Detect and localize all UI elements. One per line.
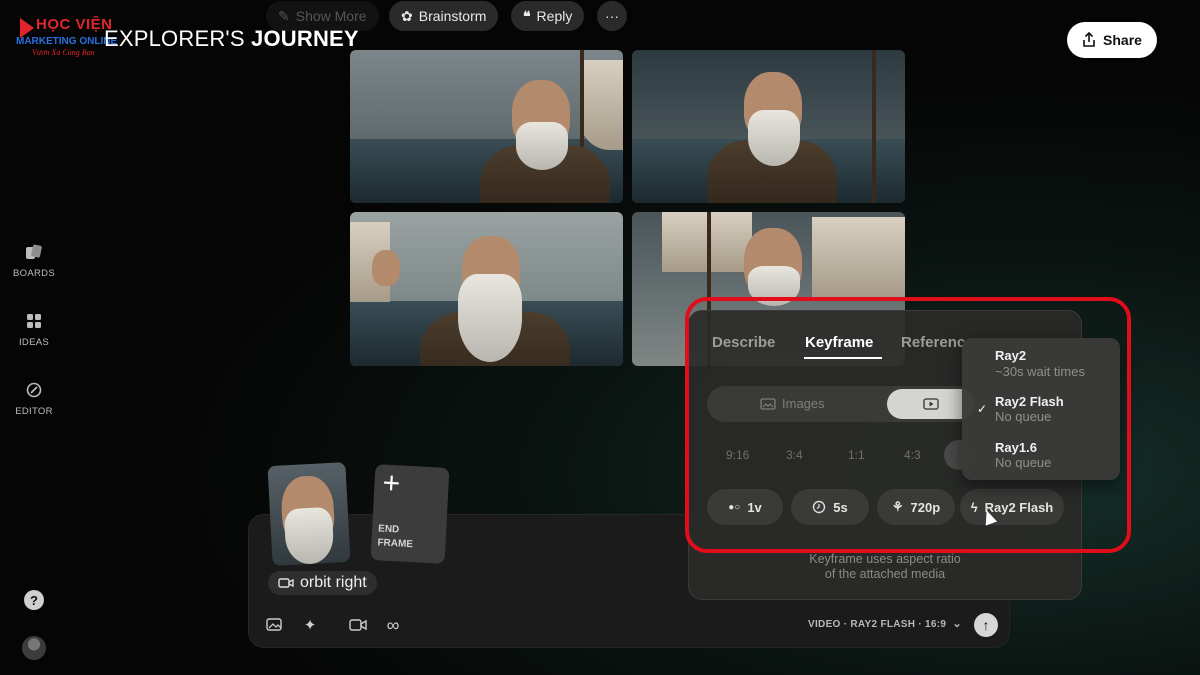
reply-label: Reply — [536, 8, 573, 24]
pencil-icon: ✎ — [278, 7, 290, 24]
user-avatar[interactable] — [22, 636, 46, 660]
logo-icon — [20, 18, 34, 38]
brainstorm-label: Brainstorm — [418, 8, 487, 24]
video-mode-button[interactable] — [347, 614, 369, 636]
camera-motion-chip[interactable]: orbit right — [268, 571, 377, 595]
video-camera-icon — [278, 578, 294, 588]
generated-image-2[interactable] — [632, 50, 905, 203]
generated-image-1[interactable] — [350, 50, 623, 203]
send-button[interactable]: ↑ — [974, 613, 998, 637]
keyframe-note-line2: of the attached media — [824, 567, 946, 581]
brainstorm-icon: ✿ — [401, 7, 413, 24]
sidebar-label-editor: EDITOR — [15, 406, 53, 417]
brainstorm-button[interactable]: ✿ Brainstorm — [389, 1, 499, 31]
board-title-part1: EXPLORER'S — [104, 26, 252, 51]
watermark-line3: Vươn Xa Cùng Bạn — [32, 48, 95, 57]
camera-motion-label: orbit right — [300, 574, 367, 591]
add-image-button[interactable] — [264, 614, 286, 636]
generation-mode-label: VIDEO · RAY2 FLASH · 16:9 — [808, 619, 947, 630]
start-keyframe-thumbnail[interactable] — [267, 462, 351, 566]
video-icon — [349, 619, 367, 631]
keyframe-aspect-note: Keyframe uses aspect ratio of the attach… — [760, 552, 1010, 582]
end-frame-button[interactable]: + END FRAME — [370, 464, 450, 564]
reply-button[interactable]: ❝ Reply — [511, 1, 585, 31]
plus-icon: + — [381, 466, 401, 501]
sidebar-label-ideas: IDEAS — [18, 337, 49, 348]
sparkle-button[interactable]: ✦ — [299, 614, 321, 636]
more-options-button[interactable]: ··· — [597, 1, 627, 31]
show-more-button[interactable]: ✎ Show More — [266, 1, 379, 31]
chevron-down-icon: ⌄ — [952, 618, 962, 630]
editor-icon — [26, 382, 42, 398]
keyframe-note-line1: Keyframe uses aspect ratio — [809, 552, 961, 566]
ideas-icon — [27, 314, 41, 328]
end-frame-label: END FRAME — [377, 522, 414, 552]
share-button[interactable]: Share — [1067, 22, 1157, 58]
loop-button[interactable]: ∞ — [382, 614, 404, 636]
help-button[interactable]: ? — [24, 590, 44, 610]
watermark-line2: MARKETING ONLINE — [16, 36, 118, 47]
sidebar-item-ideas[interactable]: IDEAS — [6, 313, 62, 348]
sidebar-label-boards: BOARDS — [13, 268, 55, 279]
quote-icon: ❝ — [523, 7, 531, 24]
share-icon — [1083, 32, 1095, 47]
boards-icon — [26, 244, 42, 259]
sidebar-item-boards[interactable]: BOARDS — [6, 244, 62, 279]
more-icon: ··· — [605, 8, 619, 24]
infinity-icon: ∞ — [386, 614, 400, 635]
show-more-label: Show More — [295, 8, 367, 24]
share-label: Share — [1103, 32, 1142, 48]
end-frame-label-line2: FRAME — [377, 537, 414, 551]
highlight-annotation — [685, 297, 1131, 553]
sparkle-icon: ✦ — [303, 617, 317, 634]
watermark-line1: HỌC VIỆN — [36, 16, 113, 33]
image-icon — [266, 618, 282, 631]
sidebar-item-editor[interactable]: EDITOR — [6, 382, 62, 417]
generated-image-3[interactable] — [350, 212, 623, 366]
generation-mode-selector[interactable]: VIDEO · RAY2 FLASH · 16:9 ⌄ — [808, 617, 962, 630]
